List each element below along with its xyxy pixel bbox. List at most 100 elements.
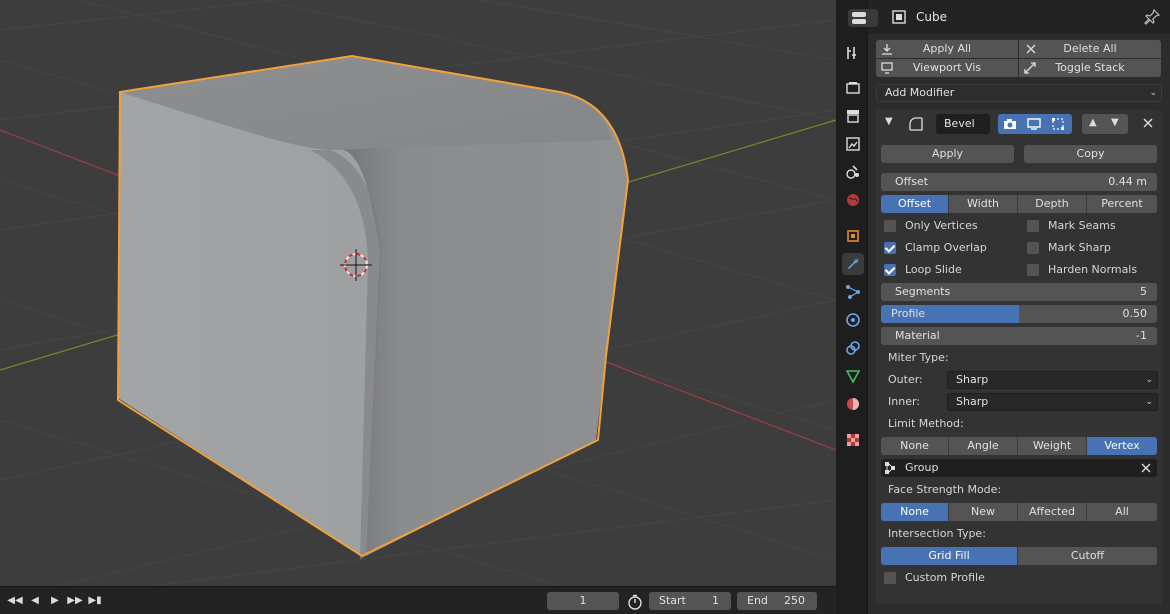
timer-icon[interactable] [627, 594, 643, 610]
limit-method-vertex-group[interactable]: Vertex Group [1087, 437, 1157, 470]
apply-button[interactable]: Apply [881, 145, 1014, 163]
camera-icon[interactable] [1003, 118, 1017, 130]
3d-viewport[interactable] [0, 0, 836, 586]
remove-modifier-icon[interactable] [1142, 117, 1154, 129]
object-tab[interactable] [842, 225, 864, 247]
face-strength-new[interactable]: New [949, 503, 1018, 521]
harden-normals-checkbox[interactable] [1027, 264, 1039, 276]
clear-icon[interactable] [1141, 463, 1151, 473]
inner-miter-select[interactable]: Sharp ⌄ [947, 393, 1158, 411]
cube-object[interactable] [116, 54, 630, 560]
copy-button[interactable]: Copy [1024, 145, 1157, 163]
offset-field[interactable]: Offset 0.44 m [881, 173, 1157, 191]
monitor-icon[interactable] [1027, 118, 1041, 130]
output-tab[interactable] [842, 105, 864, 127]
world-icon [847, 194, 859, 206]
width-type-offset[interactable]: Offset [881, 195, 949, 213]
face-strength-label: Face Strength Mode: [888, 483, 1002, 496]
vertex-group-icon [885, 462, 895, 474]
download-icon [882, 44, 892, 55]
profile-label: Profile [891, 307, 926, 320]
inner-label: Inner: [888, 395, 920, 408]
harden-normals-label: Harden Normals [1048, 263, 1138, 276]
step-forward-icon[interactable]: ▶▶ [66, 594, 84, 608]
object-icon [847, 230, 859, 242]
step-back-icon[interactable]: ◀ [26, 594, 44, 608]
face-strength-all[interactable]: All [1087, 503, 1157, 521]
face-strength-none-label: None [900, 505, 929, 518]
apply-all-button[interactable]: Apply All [876, 40, 1018, 58]
add-modifier-dropdown[interactable]: Add Modifier ⌄ [876, 84, 1162, 102]
face-strength-all-label: All [1115, 505, 1129, 518]
particles-tab[interactable] [842, 281, 864, 303]
cutoff-label: Cutoff [1070, 549, 1105, 562]
width-type-depth[interactable]: Depth [1018, 195, 1087, 213]
view-layer-tab[interactable] [842, 133, 864, 155]
only-vertices-checkbox[interactable] [884, 220, 896, 232]
play-icon[interactable]: ▶ [46, 594, 64, 608]
start-frame-field[interactable]: Start 1 [649, 592, 731, 610]
monitor-icon [881, 62, 893, 74]
profile-value: 0.50 [1122, 307, 1148, 320]
mark-seams-checkbox[interactable] [1027, 220, 1039, 232]
physics-tab[interactable] [842, 309, 864, 331]
intersection-grid-fill[interactable]: Grid Fill [881, 547, 1018, 565]
pin-icon[interactable] [1144, 8, 1161, 25]
grid-fill-label: Grid Fill [928, 549, 970, 562]
width-type-width[interactable]: Width [949, 195, 1018, 213]
face-strength-none[interactable]: None [881, 503, 949, 521]
editor-type-button[interactable] [848, 9, 878, 27]
loop-slide-checkbox[interactable] [884, 264, 896, 276]
current-frame-field[interactable]: 1 [547, 592, 619, 610]
edit-mode-icon[interactable] [1051, 117, 1065, 131]
jump-start-icon[interactable]: ◀◀ [6, 594, 24, 608]
limit-method-weight[interactable]: Weight [1018, 437, 1087, 455]
world-tab[interactable] [842, 189, 864, 211]
modifier-name-field[interactable]: Bevel [936, 114, 990, 134]
width-type-percent[interactable]: Percent [1087, 195, 1157, 213]
viewport-vis-button[interactable]: Viewport Vis [876, 59, 1018, 77]
scene-tab[interactable] [842, 161, 864, 183]
limit-method-none[interactable]: None [881, 437, 949, 455]
viewport-canvas [0, 0, 836, 586]
clamp-overlap-label: Clamp Overlap [905, 241, 987, 254]
texture-tab[interactable] [842, 429, 864, 451]
material-tab[interactable] [842, 393, 864, 415]
outer-miter-select[interactable]: Sharp ⌄ [947, 371, 1158, 389]
expand-icon [1024, 62, 1036, 74]
texture-icon [847, 434, 859, 446]
physics-icon [846, 313, 860, 327]
jump-end-icon[interactable]: ▶▮ [86, 594, 104, 608]
toggle-stack-button[interactable]: Toggle Stack [1019, 59, 1161, 77]
constraints-tab[interactable] [842, 337, 864, 359]
end-frame-field[interactable]: End 250 [737, 592, 817, 610]
collapse-arrow-icon[interactable]: ▼ [885, 116, 893, 127]
render-icon [846, 82, 860, 94]
width-type-depth-label: Depth [1035, 197, 1069, 210]
profile-slider[interactable]: Profile 0.50 [881, 305, 1157, 323]
move-down-icon[interactable]: ▼ [1111, 117, 1119, 128]
segments-field[interactable]: Segments 5 [881, 283, 1157, 301]
intersection-cutoff[interactable]: Cutoff [1018, 547, 1157, 565]
delete-all-label: Delete All [1063, 42, 1117, 55]
object-data-icon [892, 10, 906, 24]
delete-all-button[interactable]: Delete All [1019, 40, 1161, 58]
material-field[interactable]: Material -1 [881, 327, 1157, 345]
custom-profile-checkbox[interactable] [884, 572, 896, 584]
chevron-down-icon: ⌄ [1145, 375, 1153, 385]
add-modifier-label: Add Modifier [885, 86, 955, 99]
face-strength-affected[interactable]: Affected [1018, 503, 1087, 521]
vertex-group-field[interactable]: Group [881, 459, 1157, 477]
custom-profile-label: Custom Profile [905, 571, 985, 584]
move-up-icon[interactable]: ▲ [1089, 117, 1097, 128]
modifier-tab[interactable] [842, 253, 864, 275]
data-icon [845, 370, 861, 384]
tool-tab[interactable] [842, 42, 864, 64]
tool-icon [847, 47, 856, 59]
only-vertices-label: Only Vertices [905, 219, 978, 232]
data-tab[interactable] [842, 365, 864, 387]
clamp-overlap-checkbox[interactable] [884, 242, 896, 254]
mark-sharp-checkbox[interactable] [1027, 242, 1039, 254]
render-tab[interactable] [842, 77, 864, 99]
limit-method-angle[interactable]: Angle [949, 437, 1018, 455]
